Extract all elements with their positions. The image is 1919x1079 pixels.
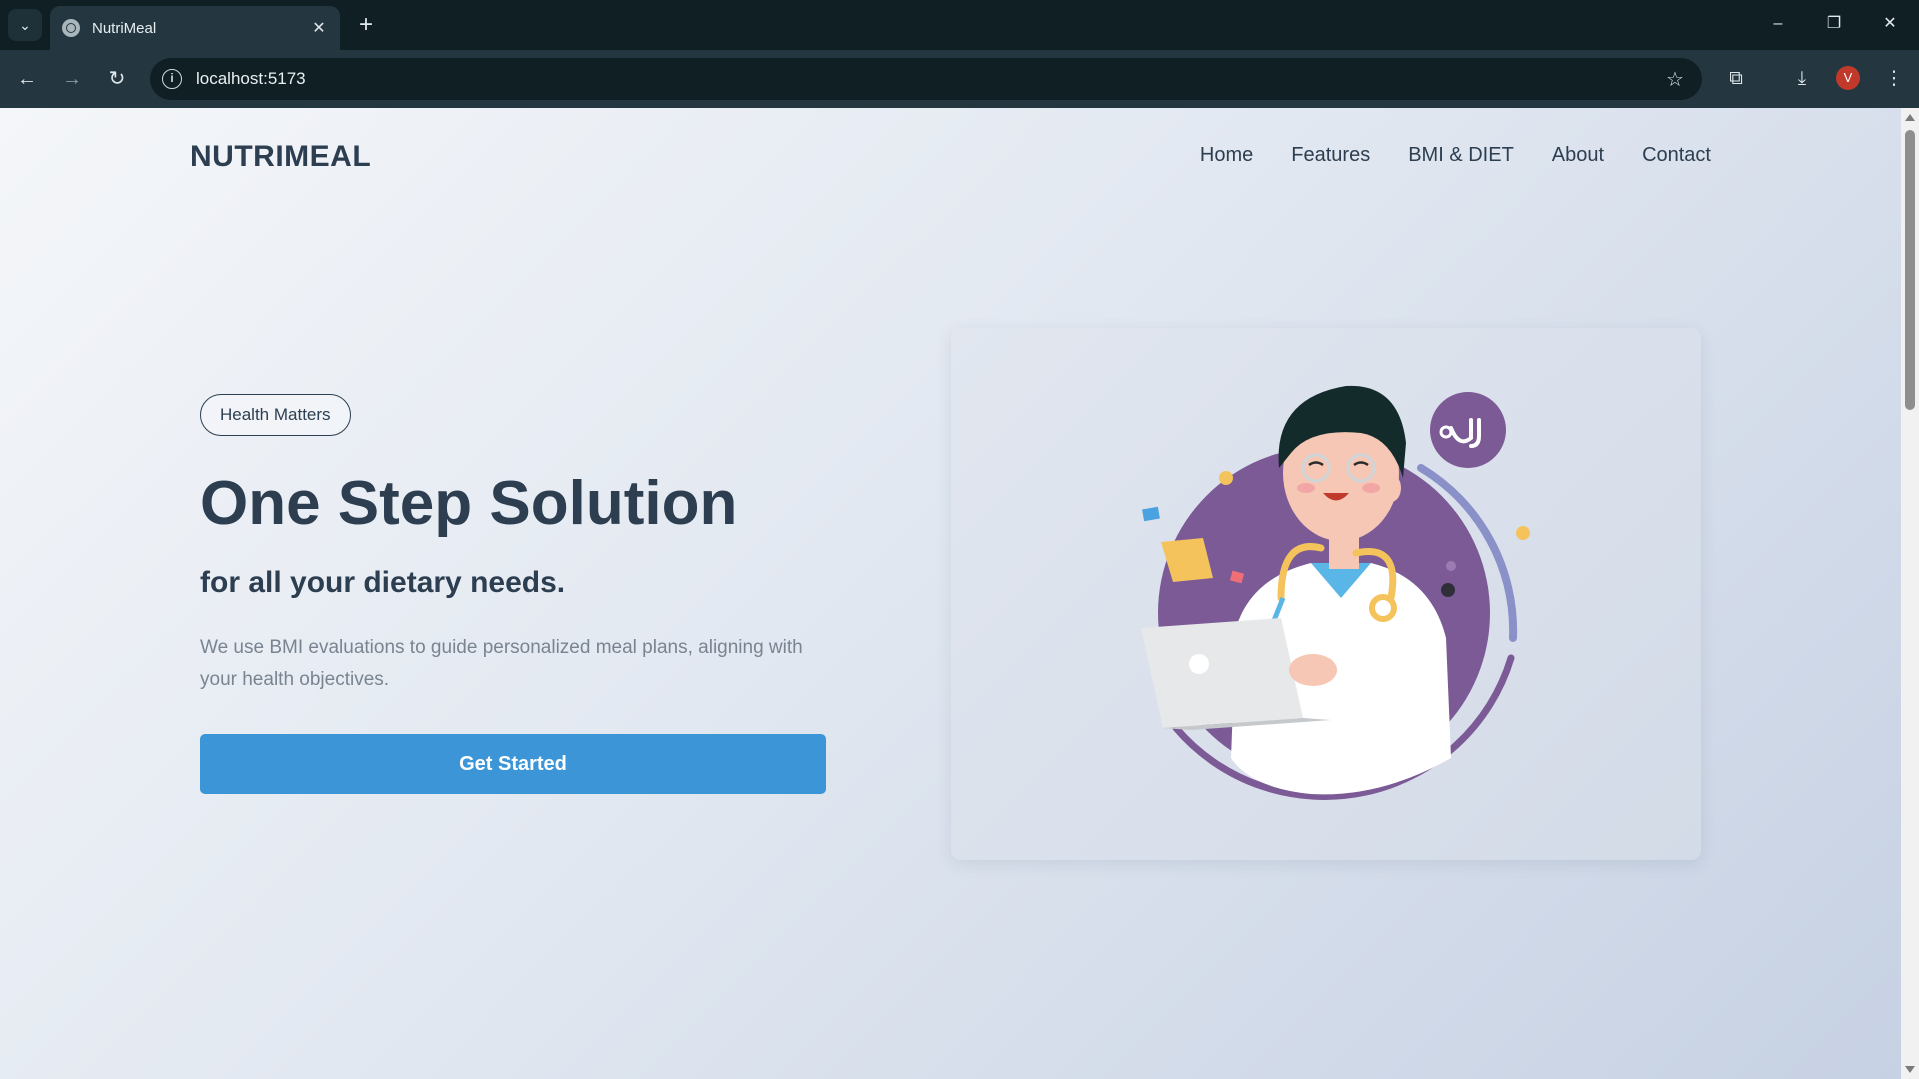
- hero-illustration-card: [951, 328, 1701, 860]
- tab-search-button[interactable]: ⌄: [8, 9, 42, 41]
- doctor-illustration: [1141, 385, 1530, 800]
- health-badge: Health Matters: [200, 394, 351, 436]
- info-icon[interactable]: i: [162, 69, 182, 89]
- main-nav: Home Features BMI & DIET About Contact: [1200, 144, 1711, 167]
- star-icon[interactable]: ☆: [1660, 67, 1690, 92]
- scroll-up-icon[interactable]: [1905, 114, 1915, 121]
- address-bar[interactable]: i localhost:5173 ☆: [150, 58, 1702, 100]
- page-viewport: NUTRIMEAL Home Features BMI & DIET About…: [0, 108, 1901, 1079]
- nav-bmi-diet[interactable]: BMI & DIET: [1408, 144, 1514, 167]
- get-started-button[interactable]: Get Started: [200, 734, 826, 794]
- page-scrollbar[interactable]: [1901, 108, 1919, 1079]
- restore-icon[interactable]: ❐: [1814, 8, 1854, 40]
- close-window-icon[interactable]: ✕: [1870, 8, 1910, 40]
- hero-title: One Step Solution: [200, 469, 738, 538]
- close-icon[interactable]: ✕: [308, 17, 330, 39]
- site-logo[interactable]: NUTRIMEAL: [190, 140, 371, 174]
- nav-about[interactable]: About: [1552, 144, 1604, 167]
- profile-avatar[interactable]: V: [1836, 66, 1860, 90]
- scroll-down-icon[interactable]: [1905, 1066, 1915, 1073]
- download-icon[interactable]: ⤓: [1786, 63, 1818, 95]
- browser-tab-bar: ⌄ NutriMeal ✕ + – ❐ ✕: [0, 0, 1919, 50]
- browser-tab[interactable]: NutriMeal ✕: [50, 6, 340, 50]
- reload-icon[interactable]: ↻: [101, 63, 133, 95]
- hero-description: We use BMI evaluations to guide personal…: [200, 637, 803, 690]
- browser-toolbar: ← → ↻ i localhost:5173 ☆ ⧉ ⤓ ⋮: [0, 50, 1919, 108]
- globe-icon: [62, 19, 80, 37]
- url-text[interactable]: localhost:5173: [196, 69, 1660, 89]
- hero-subtitle: for all your dietary needs.: [200, 566, 566, 599]
- kebab-menu-icon[interactable]: ⋮: [1878, 63, 1910, 95]
- puzzle-icon[interactable]: ⧉: [1720, 63, 1752, 95]
- arrow-right-icon[interactable]: →: [56, 63, 88, 95]
- plus-icon[interactable]: +: [352, 12, 380, 40]
- nav-home[interactable]: Home: [1200, 144, 1253, 167]
- arrow-left-icon[interactable]: ←: [11, 63, 43, 95]
- tab-title: NutriMeal: [92, 19, 157, 37]
- nav-features[interactable]: Features: [1291, 144, 1370, 167]
- nav-contact[interactable]: Contact: [1642, 144, 1711, 167]
- minimize-icon[interactable]: –: [1758, 8, 1798, 40]
- chevron-down-icon: ⌄: [19, 16, 31, 33]
- scroll-thumb[interactable]: [1905, 130, 1915, 410]
